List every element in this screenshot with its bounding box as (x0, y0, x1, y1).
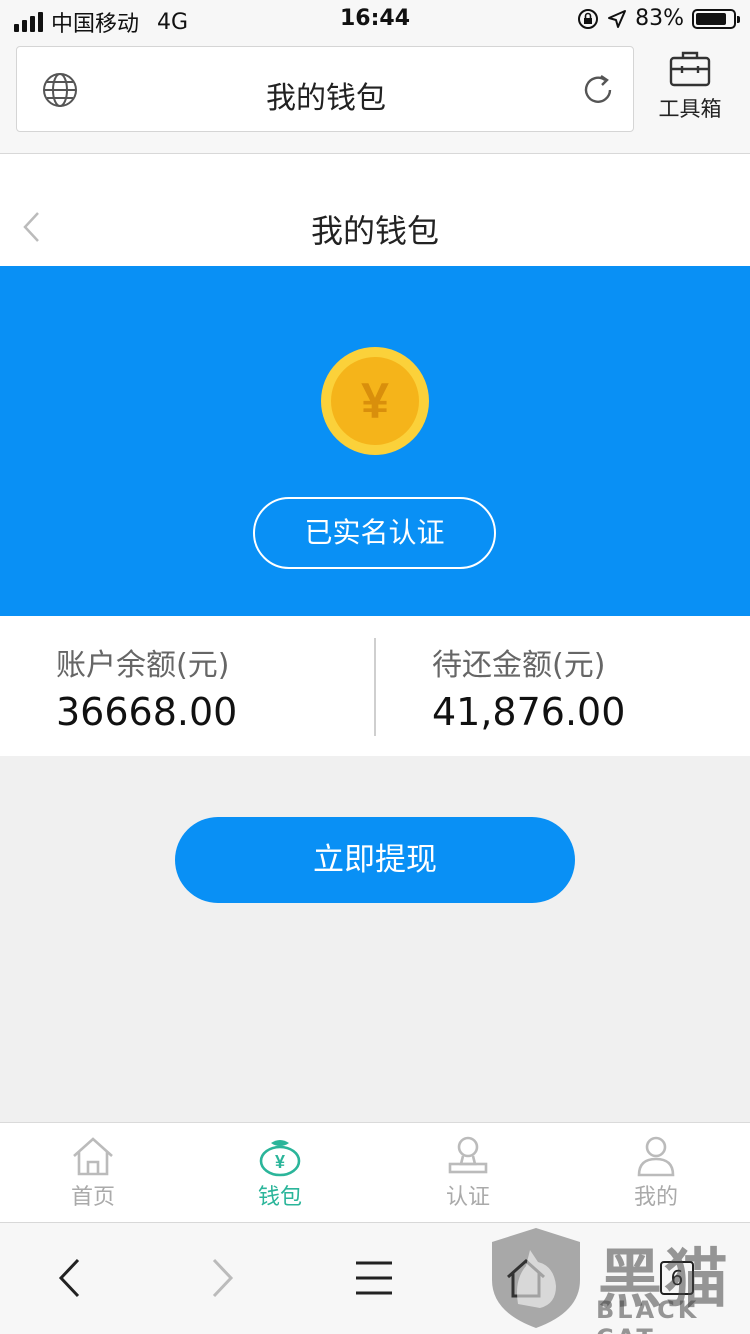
toolbox-label: 工具箱 (658, 97, 722, 121)
home-nav-icon[interactable] (504, 1257, 548, 1299)
status-bar: 中国移动 4G 16:44 83% (0, 0, 750, 40)
reload-icon[interactable] (579, 71, 617, 109)
browser-bar: 我的钱包 工具箱 (0, 40, 750, 154)
verified-badge[interactable]: 已实名认证 (253, 497, 496, 569)
tab-profile-label: 我的 (633, 1185, 678, 1210)
page-title: 我的钱包 (310, 212, 439, 250)
tab-wallet[interactable]: ¥ 钱包 (220, 1135, 340, 1211)
svg-text:¥: ¥ (275, 1152, 285, 1172)
tab-wallet-label: 钱包 (257, 1185, 302, 1210)
tab-verification-label: 认证 (445, 1185, 490, 1210)
location-arrow-icon (608, 9, 627, 28)
back-icon[interactable] (56, 1257, 82, 1299)
toolbox-button[interactable]: 工具箱 (650, 48, 730, 123)
page-header: 我的钱包 (0, 154, 750, 266)
battery-percent: 83% (635, 6, 684, 31)
battery-fill (696, 12, 726, 25)
wallet-hero: ¥ 已实名认证 (0, 266, 750, 616)
balance-label: 账户余额(元) (56, 648, 230, 683)
withdraw-button[interactable]: 立即提现 (175, 817, 575, 903)
verification-icon (448, 1136, 488, 1174)
address-bar[interactable]: 我的钱包 (16, 46, 634, 132)
amount-divider (374, 638, 376, 736)
due-block: 待还金额(元) 41,876.00 (432, 640, 625, 734)
profile-icon (637, 1136, 675, 1177)
tab-profile[interactable]: 我的 (596, 1135, 716, 1211)
menu-icon[interactable] (354, 1257, 394, 1299)
status-right: 83% (577, 6, 740, 31)
balance-value: 36668.00 (56, 690, 238, 734)
wallet-icon: ¥ (259, 1140, 301, 1177)
forward-icon[interactable] (210, 1257, 236, 1299)
amounts-panel: 账户余额(元) 36668.00 待还金额(元) 41,876.00 (0, 616, 750, 756)
tabs-count-button[interactable]: 6 (660, 1261, 694, 1295)
tab-home[interactable]: 首页 (33, 1135, 153, 1211)
coin-symbol: ¥ (361, 373, 389, 429)
tab-home-label: 首页 (70, 1185, 115, 1210)
home-icon (73, 1137, 113, 1176)
browser-nav: 6 (0, 1222, 750, 1334)
tab-verification[interactable]: 认证 (408, 1135, 528, 1211)
balance-block: 账户余额(元) 36668.00 (56, 640, 237, 734)
rotation-lock-icon (578, 8, 599, 29)
toolbox-icon (669, 51, 711, 87)
due-value: 41,876.00 (432, 690, 626, 734)
tab-bar: 首页 ¥ 钱包 认证 我的 (0, 1122, 750, 1222)
due-label: 待还金额(元) (432, 648, 606, 683)
address-title: 我的钱包 (266, 81, 386, 116)
battery-icon (692, 8, 740, 29)
coin-icon: ¥ (321, 347, 429, 455)
